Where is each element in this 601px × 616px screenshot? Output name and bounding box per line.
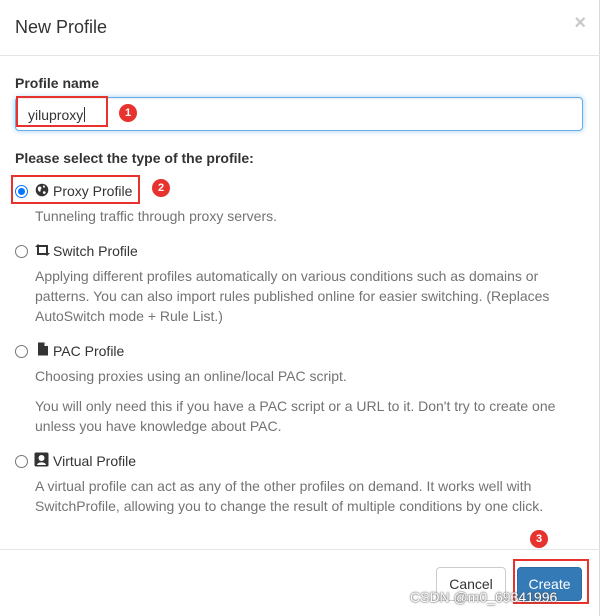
option-help-switch-profile: Applying different profiles automaticall… xyxy=(35,268,550,324)
file-icon xyxy=(38,342,48,356)
annotation-box-proxy-profile xyxy=(11,175,140,204)
radio-switch-profile[interactable] xyxy=(15,245,28,258)
annotation-box-profile-name xyxy=(16,96,108,127)
radio-virtual-profile[interactable] xyxy=(15,455,28,468)
watermark-text: CSDN @m0_69341996 xyxy=(410,589,558,605)
annotation-badge-3: 3 xyxy=(530,530,548,548)
option-help-pac-profile-note: You will only need this if you have a PA… xyxy=(35,398,556,434)
profile-type-label: Please select the type of the profile: xyxy=(15,150,254,166)
option-label-switch-profile[interactable]: Switch Profile xyxy=(53,242,138,260)
new-profile-dialog: New Profile × Profile name yiluproxy Ple… xyxy=(0,0,600,616)
dialog-title: New Profile xyxy=(15,17,108,37)
option-help-virtual-profile: A virtual profile can act as any of the … xyxy=(35,478,544,514)
option-help-proxy-profile: Tunneling traffic through proxy servers. xyxy=(35,208,278,224)
dialog-header: New Profile × xyxy=(0,0,600,56)
option-label-virtual-profile[interactable]: Virtual Profile xyxy=(53,452,136,470)
virtual-profile-icon xyxy=(34,452,49,467)
option-help-pac-profile: Choosing proxies using an online/local P… xyxy=(35,368,347,384)
close-button[interactable]: × xyxy=(574,13,586,33)
profile-name-label: Profile name xyxy=(15,75,100,91)
option-label-pac-profile[interactable]: PAC Profile xyxy=(53,342,124,360)
annotation-badge-2: 2 xyxy=(152,179,170,197)
annotation-badge-1: 1 xyxy=(119,104,137,122)
footer-divider xyxy=(0,549,600,550)
retweet-icon xyxy=(35,244,50,256)
radio-pac-profile[interactable] xyxy=(15,345,28,358)
